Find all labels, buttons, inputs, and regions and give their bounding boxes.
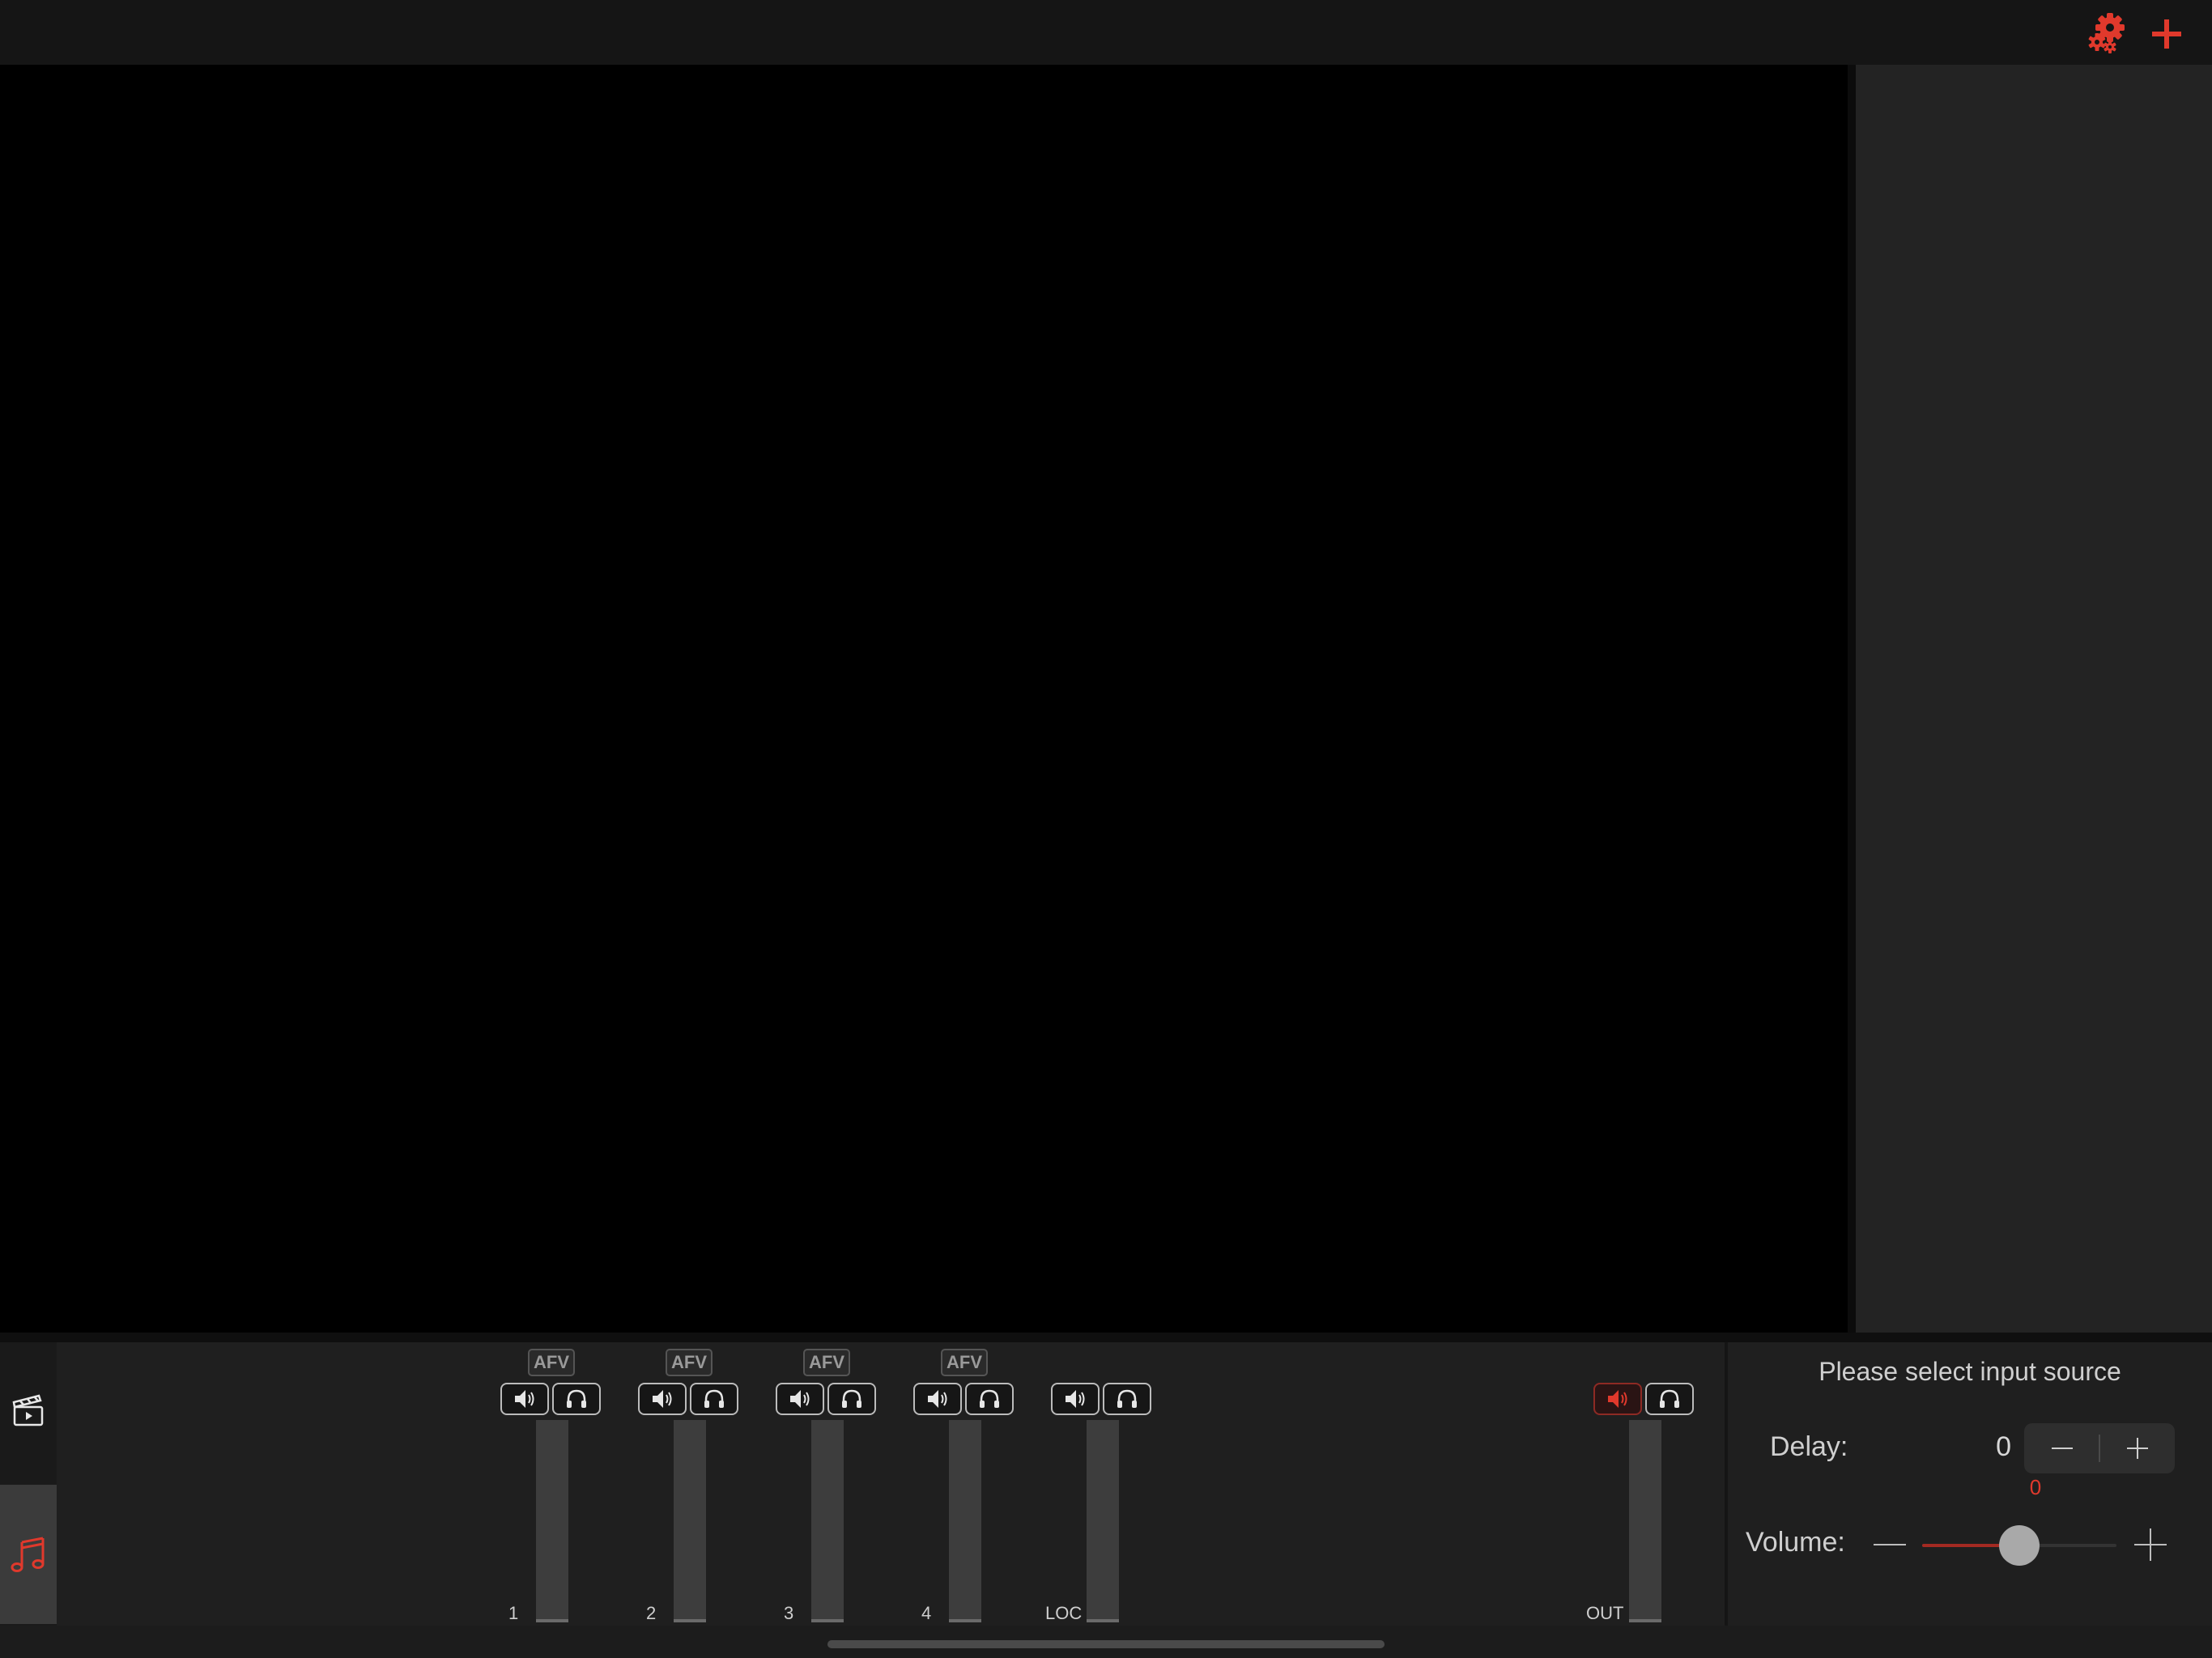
- select-source-prompt: Please select input source: [1819, 1357, 2121, 1386]
- preview-divider: [1848, 65, 1856, 1333]
- add-button[interactable]: [2141, 8, 2193, 60]
- clapperboard-icon: [12, 1394, 44, 1426]
- fader-2[interactable]: [674, 1420, 706, 1622]
- mute-button-3[interactable]: [776, 1383, 824, 1415]
- channel-label-2: 2: [646, 1603, 657, 1623]
- source-panel: [1856, 65, 2212, 1333]
- headphone-button-3[interactable]: [827, 1383, 876, 1415]
- speaker-icon: [928, 1390, 947, 1408]
- channel-label-1: 1: [508, 1603, 519, 1623]
- delay-label: Delay:: [1770, 1431, 1848, 1462]
- home-indicator[interactable]: [827, 1640, 1385, 1648]
- headphones-icon: [704, 1389, 724, 1408]
- delay-stepper: [2024, 1423, 2175, 1473]
- headphones-icon: [1660, 1389, 1679, 1408]
- mute-button-out[interactable]: [1593, 1383, 1642, 1415]
- plus-icon: [2126, 1438, 2148, 1459]
- headphones-icon: [980, 1389, 999, 1408]
- afv-button-4[interactable]: AFV: [941, 1349, 988, 1376]
- headphone-button-out[interactable]: [1645, 1383, 1694, 1415]
- plus-icon: [2134, 1528, 2167, 1561]
- tab-video[interactable]: [0, 1342, 57, 1482]
- panel-separator: [0, 1333, 2212, 1342]
- fader-1[interactable]: [536, 1420, 568, 1622]
- minus-icon: [1874, 1544, 1906, 1545]
- volume-increase-button[interactable]: [2128, 1522, 2173, 1567]
- speaker-icon: [653, 1390, 672, 1408]
- fader-out[interactable]: [1629, 1420, 1661, 1622]
- mute-button-4[interactable]: [913, 1383, 962, 1415]
- afv-button-1[interactable]: AFV: [528, 1349, 575, 1376]
- fader-loc[interactable]: [1087, 1420, 1119, 1622]
- speaker-icon: [515, 1390, 534, 1408]
- volume-slider-thumb[interactable]: [1999, 1525, 2040, 1566]
- afv-button-2[interactable]: AFV: [666, 1349, 713, 1376]
- headphones-icon: [1117, 1389, 1137, 1408]
- headphone-button-1[interactable]: [552, 1383, 601, 1415]
- gears-icon: [2088, 13, 2125, 53]
- afv-button-3[interactable]: AFV: [803, 1349, 850, 1376]
- speaker-icon: [1066, 1390, 1085, 1408]
- volume-slider[interactable]: [1922, 1525, 2116, 1566]
- channel-label-4: 4: [921, 1603, 932, 1623]
- speaker-icon: [790, 1390, 810, 1408]
- music-notes-icon: [11, 1537, 45, 1572]
- channel-label-out: OUT: [1586, 1603, 1624, 1623]
- delay-decrement-button[interactable]: [2024, 1423, 2099, 1473]
- fader-4[interactable]: [949, 1420, 981, 1622]
- tab-audio[interactable]: [0, 1485, 57, 1624]
- headphones-icon: [842, 1389, 861, 1408]
- headphone-button-2[interactable]: [690, 1383, 738, 1415]
- headphone-button-4[interactable]: [965, 1383, 1014, 1415]
- delay-subvalue: 0: [2029, 1475, 2042, 1499]
- speaker-icon: [1608, 1390, 1627, 1408]
- video-preview: [0, 65, 1848, 1333]
- settings-button[interactable]: [2081, 8, 2133, 60]
- headphone-button-loc[interactable]: [1103, 1383, 1151, 1415]
- mute-button-2[interactable]: [638, 1383, 687, 1415]
- audio-mixer: AFV 1 AFV 2 AFV 3 AFV 4 LOC OUT: [0, 1342, 1725, 1626]
- delay-increment-button[interactable]: [2099, 1423, 2175, 1473]
- volume-decrease-button[interactable]: [1867, 1522, 1912, 1567]
- mute-button-1[interactable]: [500, 1383, 549, 1415]
- headphones-icon: [567, 1389, 586, 1408]
- minus-icon: [2051, 1448, 2073, 1449]
- channel-label-loc: LOC: [1045, 1603, 1083, 1623]
- fader-3[interactable]: [811, 1420, 844, 1622]
- channel-label-3: 3: [784, 1603, 794, 1623]
- tab-rail: [0, 1342, 57, 1626]
- volume-label: Volume:: [1746, 1527, 1845, 1558]
- plus-icon: [2152, 19, 2181, 49]
- mute-button-loc[interactable]: [1051, 1383, 1100, 1415]
- bottom-strip: [0, 1626, 2212, 1658]
- source-settings: Please select input source Delay: 0 0 Vo…: [1728, 1342, 2212, 1626]
- top-toolbar: [0, 0, 2212, 65]
- delay-value: 0: [1996, 1431, 2011, 1462]
